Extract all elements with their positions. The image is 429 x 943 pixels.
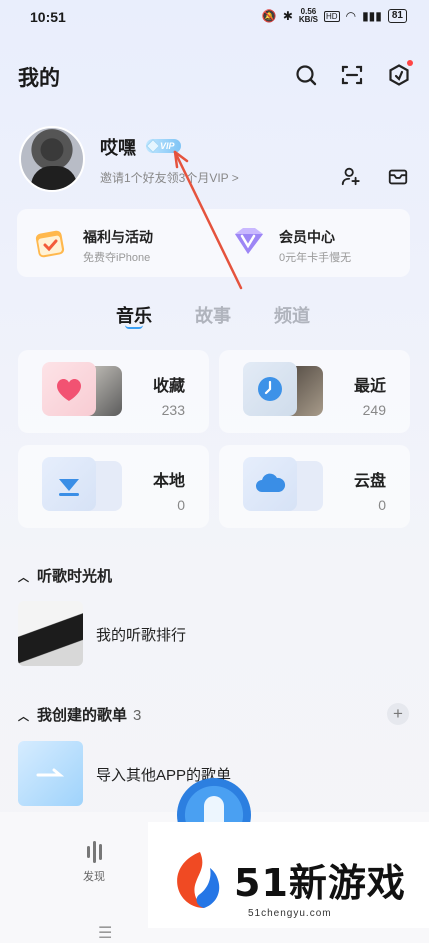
nav-discover[interactable]: 发现	[70, 840, 118, 884]
tab-channels[interactable]: 频道	[274, 302, 310, 328]
promo-title: 会员中心	[279, 229, 335, 245]
invite-link[interactable]: 邀请1个好友领3个月VIP >	[100, 169, 239, 186]
vip-diamond-icon	[235, 228, 263, 254]
tile-recent[interactable]: 最近 249	[219, 350, 410, 433]
mute-icon: 🔕	[261, 9, 277, 23]
welfare-activity-entry[interactable]: 福利与活动 免费夺iPhone	[17, 209, 213, 277]
promo-subtitle: 0元年卡手慢无	[279, 252, 352, 264]
import-playlist-cover	[18, 741, 83, 806]
chevron-up-icon: ︿	[18, 711, 29, 723]
notification-dot	[407, 60, 413, 66]
tile-local[interactable]: 本地 0	[18, 445, 209, 528]
download-icon	[42, 457, 96, 511]
discover-icon	[70, 840, 118, 864]
tile-cloud[interactable]: 云盘 0	[219, 445, 410, 528]
content-tabs: 音乐 故事 频道	[0, 302, 429, 332]
tile-count: 233	[161, 402, 185, 418]
tile-favorites[interactable]: 收藏 233	[18, 350, 209, 433]
settings-hexagon-icon[interactable]	[387, 60, 413, 87]
watermark-url: 51chengyu.com	[248, 908, 332, 919]
search-icon[interactable]	[294, 63, 318, 87]
avatar[interactable]	[19, 126, 85, 192]
calendar-gift-icon	[35, 230, 65, 258]
watermark-logo	[177, 852, 220, 908]
listening-ranking-item[interactable]: 我的听歌排行	[96, 624, 186, 645]
signal-icon: ▮▮▮	[362, 9, 382, 23]
bluetooth-icon: ✱	[282, 9, 293, 23]
tile-title: 云盘	[353, 473, 386, 490]
playlist-count: 3	[133, 707, 142, 724]
hd-icon: HD	[324, 10, 340, 22]
wifi-icon: ◠	[345, 9, 357, 23]
member-center-entry[interactable]: 会员中心 0元年卡手慢无	[213, 209, 410, 277]
tab-stories[interactable]: 故事	[195, 302, 231, 328]
ranking-cover	[18, 601, 83, 666]
status-icons: 🔕 ✱ 0.56 KB/S HD ◠ ▮▮▮ 81	[262, 8, 407, 24]
nav-discover-label: 发现	[83, 871, 105, 883]
add-playlist-button[interactable]: +	[387, 703, 409, 725]
battery-indicator: 81	[387, 9, 407, 23]
menu-icon[interactable]: ☰	[98, 923, 112, 943]
section-history-header[interactable]: ︿ 听歌时光机	[18, 565, 112, 586]
cloud-icon	[243, 457, 297, 511]
tile-title: 最近	[353, 378, 386, 395]
network-speed: 0.56 KB/S	[298, 7, 319, 24]
tab-underline	[125, 325, 143, 329]
vip-badge[interactable]: VIP	[145, 138, 181, 154]
username[interactable]: 哎嘿	[100, 134, 136, 160]
add-friend-icon[interactable]	[340, 165, 362, 187]
promo-title: 福利与活动	[83, 229, 153, 245]
scan-icon[interactable]	[340, 63, 364, 87]
status-bar: 10:51 🔕 ✱ 0.56 KB/S HD ◠ ▮▮▮ 81	[0, 0, 429, 34]
chevron-up-icon: ︿	[18, 572, 29, 584]
promo-card: 福利与活动 免费夺iPhone 会员中心 0元年卡手慢无	[17, 209, 410, 277]
section-created-header[interactable]: ︿ 我创建的歌单 3	[18, 704, 141, 725]
tile-title: 收藏	[152, 378, 185, 395]
watermark: 51新游戏 51chengyu.com	[148, 822, 429, 928]
status-time: 10:51	[30, 9, 66, 25]
promo-subtitle: 免费夺iPhone	[83, 252, 151, 264]
watermark-text: 51新游戏	[234, 861, 406, 905]
clock-icon	[243, 362, 297, 416]
page-title: 我的	[18, 67, 60, 90]
tile-title: 本地	[152, 473, 185, 490]
mail-icon[interactable]	[387, 166, 409, 188]
tile-count: 249	[362, 402, 386, 418]
tile-count: 0	[378, 497, 386, 513]
diamond-icon	[145, 138, 161, 154]
heart-icon	[42, 362, 96, 416]
tile-count: 0	[177, 497, 185, 513]
